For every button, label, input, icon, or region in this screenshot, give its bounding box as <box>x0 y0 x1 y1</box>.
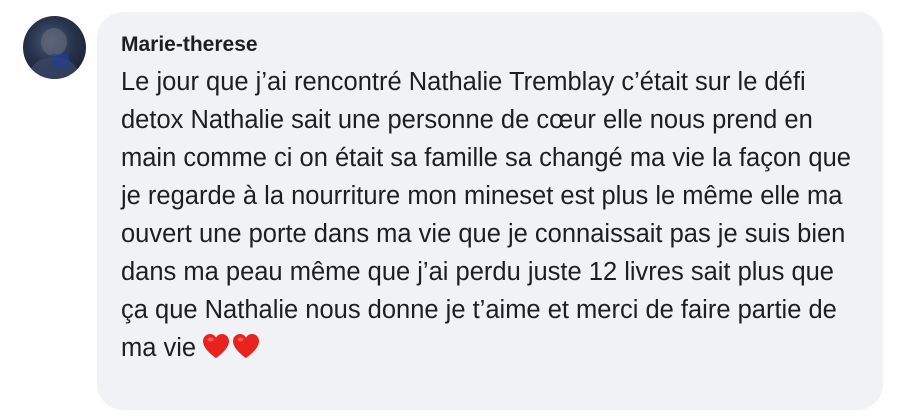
comment-author-name[interactable]: Marie-therese <box>121 32 861 58</box>
emoji-group <box>202 332 262 370</box>
red-heart-icon <box>232 333 260 359</box>
avatar-image <box>30 28 78 79</box>
comment-text: Le jour que j’ai rencontré Nathalie Trem… <box>121 68 851 362</box>
avatar[interactable] <box>23 16 86 79</box>
red-heart-icon <box>202 333 230 359</box>
comment-bubble: Marie-therese Le jour que j’ai rencontré… <box>97 12 883 410</box>
comment-body: Le jour que j’ai rencontré Nathalie Trem… <box>121 63 861 370</box>
